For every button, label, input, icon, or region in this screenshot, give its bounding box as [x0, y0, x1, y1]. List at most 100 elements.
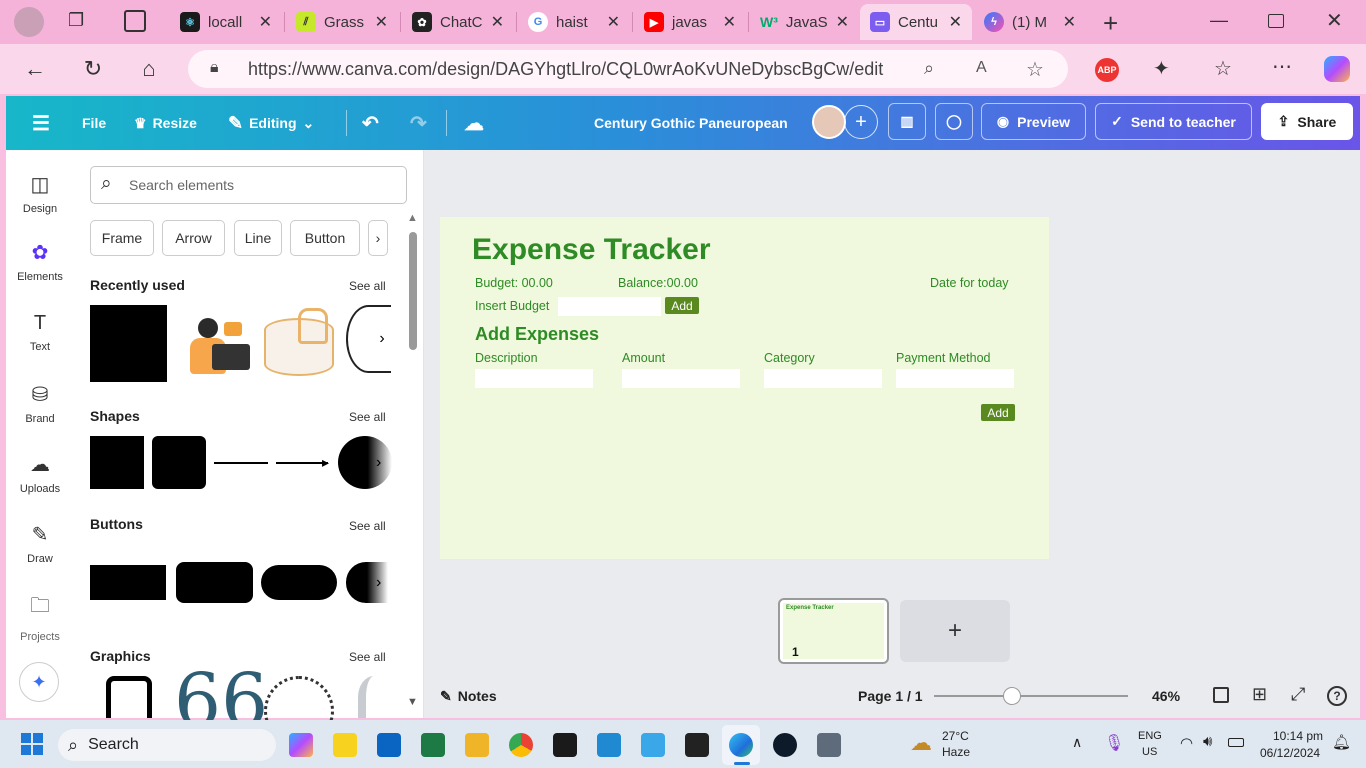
shapes-next-icon[interactable]: › [376, 454, 381, 472]
budget-text[interactable]: Budget: 00.00 [475, 276, 553, 290]
weather-desc[interactable]: Haze [942, 745, 970, 759]
copilot-icon[interactable] [1324, 56, 1350, 82]
terminal-icon[interactable] [685, 733, 709, 757]
preview-button[interactable]: ◉ Preview [981, 103, 1086, 140]
close-icon[interactable]: ✕ [607, 12, 620, 32]
button-rect[interactable] [90, 565, 166, 600]
capcut-icon[interactable] [553, 733, 577, 757]
balance-text[interactable]: Balance:00.00 [618, 276, 698, 290]
chrome-icon[interactable] [509, 733, 533, 757]
tab-chatgpt[interactable]: ✿ ChatC ✕ [402, 4, 514, 40]
scroll-down-icon[interactable]: ▼ [407, 696, 418, 708]
design-page[interactable]: Expense Tracker Budget: 00.00 Balance:00… [440, 217, 1049, 559]
edge-icon[interactable] [729, 733, 753, 757]
language-eng[interactable]: ENG [1138, 730, 1162, 742]
graphic-phone[interactable] [106, 676, 152, 718]
page-thumbnail[interactable]: Expense Tracker 1 [778, 598, 889, 664]
invite-plus-button[interactable]: + [844, 105, 878, 139]
shape-square[interactable] [90, 436, 144, 489]
zoom-level[interactable]: 46% [1152, 688, 1180, 704]
notification-bell-icon[interactable]: 🔔︎ [1332, 733, 1351, 751]
menu-icon[interactable]: ☰ [32, 96, 50, 150]
home-icon[interactable]: ⌂ [136, 56, 162, 82]
profile-avatar[interactable] [14, 7, 44, 37]
send-to-teacher-button[interactable]: ✓ Send to teacher [1095, 103, 1252, 140]
taskbar-search[interactable]: ⌕ Search [58, 729, 276, 761]
button-pill[interactable] [261, 565, 337, 600]
see-all-graphics[interactable]: See all [349, 650, 386, 664]
close-icon[interactable]: ✕ [949, 12, 962, 32]
rail-uploads[interactable]: ☁ Uploads [6, 452, 74, 495]
rail-brand[interactable]: ⛁ Brand [6, 382, 74, 425]
read-aloud-icon[interactable]: A [976, 59, 987, 77]
amount-label[interactable]: Amount [622, 351, 665, 365]
battery-icon[interactable] [1228, 738, 1244, 747]
recent-person-laptop-graphic[interactable] [178, 310, 252, 380]
workspaces-icon[interactable]: ❐ [68, 10, 92, 34]
help-icon[interactable]: ? [1327, 686, 1347, 706]
close-icon[interactable]: ✕ [259, 12, 272, 32]
design-title[interactable]: Century Gothic Paneuropean [594, 96, 788, 150]
chip-arrow[interactable]: Arrow [162, 220, 225, 256]
fullscreen-icon[interactable]: ⤢ [1291, 684, 1305, 705]
add-budget-button[interactable]: Add [665, 297, 699, 314]
buttons-next-icon[interactable]: › [376, 574, 381, 592]
tab-youtube[interactable]: ▶ javas ✕ [634, 4, 746, 40]
zoom-icon[interactable]: ⌕ [924, 58, 934, 79]
excel-icon[interactable] [421, 733, 445, 757]
payment-method-label[interactable]: Payment Method [896, 351, 991, 365]
search-input[interactable]: ⌕ Search elements [90, 166, 407, 204]
restore-icon[interactable] [1268, 14, 1284, 28]
tab-w3schools[interactable]: W³ JavaS ✕ [750, 4, 858, 40]
resize-button[interactable]: ♛ Resize [134, 96, 197, 150]
magic-assistant-button[interactable]: ✦ [19, 662, 59, 702]
close-icon[interactable]: ✕ [375, 12, 388, 32]
microphone-icon[interactable]: 🎙︎ [1104, 733, 1124, 753]
tab-localhost[interactable]: ⚛ locall ✕ [170, 4, 282, 40]
see-all-recent[interactable]: See all [349, 279, 386, 293]
zoom-slider-track[interactable] [934, 695, 1128, 697]
rail-elements[interactable]: ✿ Elements [6, 240, 74, 283]
budget-input-box[interactable] [558, 297, 661, 316]
zoom-slider-handle[interactable] [1003, 687, 1021, 705]
tab-grass[interactable]: ⫽ Grass ✕ [286, 4, 398, 40]
button-rounded[interactable] [176, 562, 253, 603]
recent-database-lock-graphic[interactable] [260, 308, 338, 380]
shape-rounded-square[interactable] [152, 436, 206, 489]
shape-arrow[interactable] [276, 462, 328, 464]
pages-view-icon[interactable] [1213, 687, 1229, 703]
windows-start-icon[interactable] [21, 733, 43, 755]
share-button[interactable]: ⇪ Share [1261, 103, 1353, 140]
tab-canva[interactable]: ▭ Centu ✕ [860, 4, 972, 40]
rail-projects[interactable]: 🗀︎ Projects [6, 591, 74, 643]
extensions-icon[interactable]: ✦ [1153, 56, 1170, 81]
volume-icon[interactable]: 🔊︎ [1203, 733, 1212, 750]
notes-button[interactable]: ✎ Notes [440, 688, 497, 705]
scroll-up-icon[interactable]: ▲ [407, 212, 418, 224]
add-page-button[interactable]: + [900, 600, 1010, 662]
payment-input-box[interactable] [896, 369, 1014, 388]
file-explorer-icon[interactable] [465, 733, 489, 757]
tab-actions-icon[interactable] [124, 10, 146, 32]
category-input-box[interactable] [764, 369, 882, 388]
weather-temp[interactable]: 27°C [942, 729, 969, 743]
file-menu[interactable]: File [82, 96, 106, 150]
description-input-box[interactable] [475, 369, 593, 388]
outlook-icon[interactable] [377, 733, 401, 757]
show-hidden-icons[interactable]: ∧ [1072, 734, 1082, 751]
undo-icon[interactable]: ↶ [362, 96, 379, 150]
editing-dropdown[interactable]: ✎ Editing ⌄ [228, 96, 314, 150]
chips-next-button[interactable]: › [368, 220, 388, 256]
close-icon[interactable]: ✕ [1063, 12, 1076, 32]
back-icon[interactable]: ← [22, 56, 48, 82]
date-text[interactable]: Date for today [930, 276, 1009, 290]
comments-button[interactable]: ◯ [935, 103, 973, 140]
favorite-star-icon[interactable]: ☆ [1026, 57, 1044, 82]
close-window-icon[interactable]: ✕ [1326, 8, 1343, 33]
graphic-arc[interactable] [358, 676, 390, 718]
new-tab-icon[interactable]: + [1103, 8, 1118, 39]
add-expenses-heading[interactable]: Add Expenses [475, 324, 599, 345]
chip-line[interactable]: Line [234, 220, 282, 256]
cloud-save-icon[interactable]: ☁ [464, 96, 484, 150]
notepad-icon[interactable] [641, 733, 665, 757]
